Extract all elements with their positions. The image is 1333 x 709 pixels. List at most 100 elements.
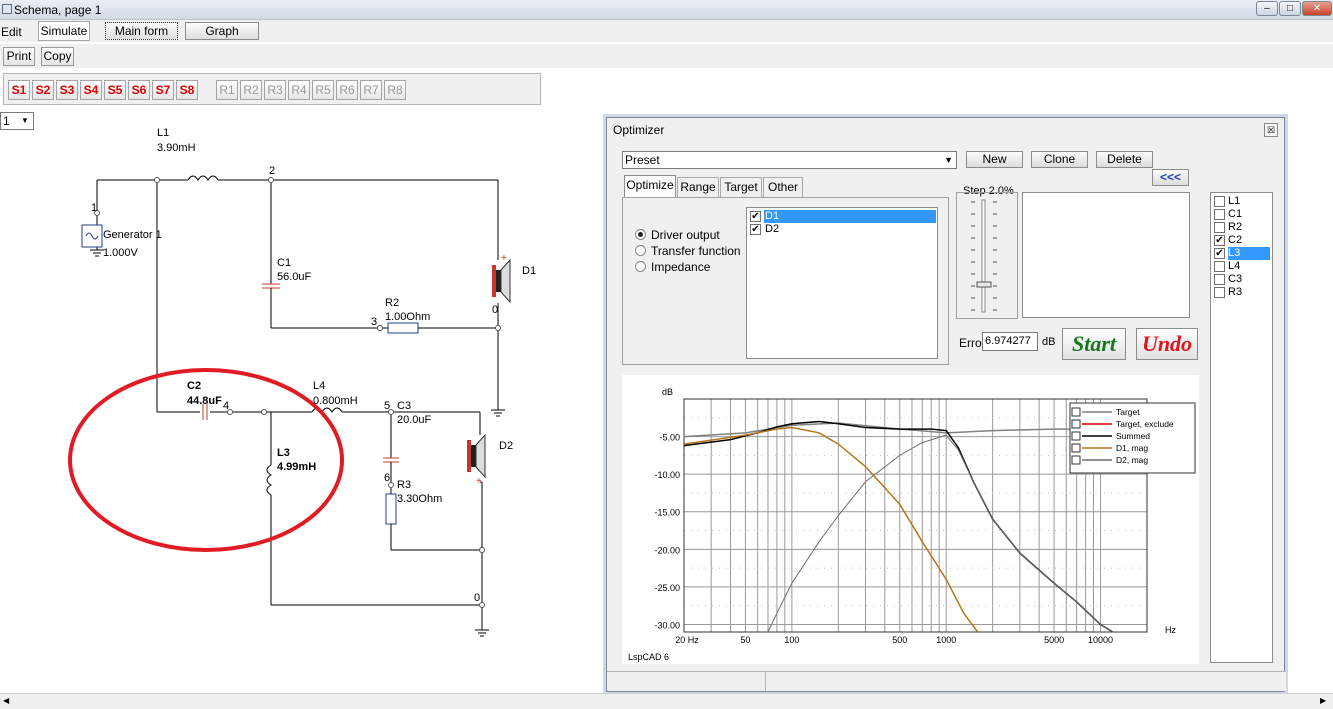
legend-label: Target [1116, 407, 1140, 417]
mode-driver-output-radio[interactable] [635, 229, 646, 240]
snapshot-recall-button-6[interactable]: R6 [336, 80, 358, 100]
tab-target[interactable]: Target [720, 177, 762, 197]
horizontal-scrollbar[interactable]: ◀ ▶ [0, 693, 1333, 709]
r3-value: 3.30Ohm [397, 493, 442, 505]
snapshot-store-button-1[interactable]: S1 [8, 80, 30, 100]
scroll-right-icon[interactable]: ▶ [1320, 696, 1326, 705]
copy-button[interactable]: Copy [41, 47, 74, 66]
x-tick-label: 10000 [1088, 635, 1113, 645]
mode-impedance-label: Impedance [651, 260, 711, 274]
component-item-c2[interactable]: ✔ C2 [1213, 234, 1271, 247]
component-item-label: L3 [1228, 247, 1270, 260]
snapshot-recall-button-7[interactable]: R7 [360, 80, 382, 100]
component-item-r3[interactable]: R3 [1213, 286, 1271, 299]
snapshot-store-button-3[interactable]: S3 [56, 80, 78, 100]
component-item-label: C3 [1228, 273, 1243, 285]
minimize-button[interactable]: – [1256, 1, 1278, 16]
component-checkbox[interactable] [1214, 209, 1225, 220]
component-checkbox[interactable]: ✔ [1214, 248, 1225, 259]
mode-transfer-function-radio[interactable] [635, 245, 646, 256]
component-checkbox[interactable] [1214, 274, 1225, 285]
y-tick-label: -5.00 [659, 433, 680, 443]
snapshot-recall-button-5[interactable]: R5 [312, 80, 334, 100]
step-slider-thumb [976, 281, 992, 288]
component-checkbox[interactable]: ✔ [1214, 235, 1225, 246]
legend-label: Summed [1116, 431, 1150, 441]
graph-button[interactable]: Graph [185, 22, 259, 40]
component-item-l3[interactable]: ✔ L3 [1213, 247, 1271, 260]
driver-checkbox-d1[interactable]: ✔ [750, 211, 761, 222]
collapse-button[interactable]: <<< [1152, 169, 1189, 186]
close-button[interactable]: ✕ [1302, 1, 1332, 16]
start-button[interactable]: Start [1062, 328, 1126, 360]
x-tick-label: 50 [740, 635, 750, 645]
clone-button[interactable]: Clone [1031, 151, 1088, 168]
x-axis-label: Hz [1165, 625, 1176, 635]
driver-checkbox-d2[interactable]: ✔ [750, 224, 761, 235]
driver-item-d2[interactable]: ✔ D2 [749, 223, 936, 236]
component-checkbox[interactable] [1214, 287, 1225, 298]
component-list[interactable]: L1 C1 R2 ✔ C2 ✔ L3 L4 C3 R3 [1210, 192, 1273, 663]
l1-value: 3.90mH [157, 142, 196, 154]
component-item-r2[interactable]: R2 [1213, 221, 1271, 234]
c3-name: C3 [397, 400, 411, 412]
snapshot-store-button-2[interactable]: S2 [32, 80, 54, 100]
tab-simulate[interactable]: Simulate [38, 21, 90, 41]
component-checkbox[interactable] [1214, 261, 1225, 272]
snapshot-store-button-7[interactable]: S7 [152, 80, 174, 100]
driver-list[interactable]: ✔ D1 ✔ D2 [746, 207, 938, 359]
new-button[interactable]: New [966, 151, 1023, 168]
node-label: 6 [384, 472, 390, 484]
node-label: 4 [223, 400, 229, 412]
menu-edit[interactable]: Edit [1, 25, 22, 39]
driver-item-label: D1 [764, 210, 936, 223]
step-slider[interactable] [963, 198, 1009, 316]
delete-button[interactable]: Delete [1096, 151, 1153, 168]
driver-item-d1[interactable]: ✔ D1 [749, 210, 936, 223]
c3-value: 20.0uF [397, 414, 432, 426]
component-item-l4[interactable]: L4 [1213, 260, 1271, 273]
y-axis-label: dB [662, 387, 673, 397]
snapshot-store-button-6[interactable]: S6 [128, 80, 150, 100]
schematic-canvas[interactable]: L1 3.90mH Generator 1 1.000V C1 56.0uF R… [0, 110, 600, 650]
component-item-c3[interactable]: C3 [1213, 273, 1271, 286]
close-icon[interactable]: ☒ [1264, 123, 1278, 137]
main-form-button[interactable]: Main form [105, 22, 178, 40]
log-box [1022, 192, 1190, 318]
status-divider [765, 672, 766, 691]
y-tick-label: -30.00 [654, 620, 680, 630]
component-checkbox[interactable] [1214, 196, 1225, 207]
snapshot-recall-button-8[interactable]: R8 [384, 80, 406, 100]
snapshot-recall-button-3[interactable]: R3 [264, 80, 286, 100]
component-checkbox[interactable] [1214, 222, 1225, 233]
preset-value: Preset [625, 153, 660, 167]
window-title: Schema, page 1 [14, 3, 102, 17]
toolbar [0, 44, 1333, 68]
window-titlebar: Schema, page 1 – □ ✕ [0, 0, 1333, 20]
snapshot-store-button-5[interactable]: S5 [104, 80, 126, 100]
tab-optimize[interactable]: Optimize [624, 175, 676, 197]
snapshot-recall-button-2[interactable]: R2 [240, 80, 262, 100]
component-item-l1[interactable]: L1 [1213, 195, 1271, 208]
optimizer-window: Optimizer ☒ Preset ▼ New Clone Delete <<… [606, 117, 1286, 692]
l3-name: L3 [277, 447, 290, 459]
node-label: 2 [269, 165, 275, 177]
snapshot-recall-button-1[interactable]: R1 [216, 80, 238, 100]
scroll-left-icon[interactable]: ◀ [3, 696, 9, 705]
print-button[interactable]: Print [3, 47, 35, 66]
tab-other[interactable]: Other [763, 177, 803, 197]
snapshot-store-button-8[interactable]: S8 [176, 80, 198, 100]
frequency-response-chart[interactable]: -5.00 -10.00 -15.00 -20.00 -25.00 -30.00 20 Hz… [622, 375, 1199, 664]
inductor-l3-symbol [266, 464, 272, 496]
snapshot-store-button-4[interactable]: S4 [80, 80, 102, 100]
legend-label: D1, mag [1116, 443, 1148, 453]
snapshot-recall-button-4[interactable]: R4 [288, 80, 310, 100]
optimizer-title: Optimizer [613, 123, 665, 137]
preset-select[interactable]: Preset ▼ [622, 151, 957, 169]
component-item-c1[interactable]: C1 [1213, 208, 1271, 221]
maximize-button[interactable]: □ [1279, 1, 1301, 16]
mode-impedance-radio[interactable] [635, 261, 646, 272]
undo-button[interactable]: Undo [1136, 328, 1198, 360]
tab-range[interactable]: Range [677, 177, 719, 197]
l1-name: L1 [157, 127, 169, 139]
